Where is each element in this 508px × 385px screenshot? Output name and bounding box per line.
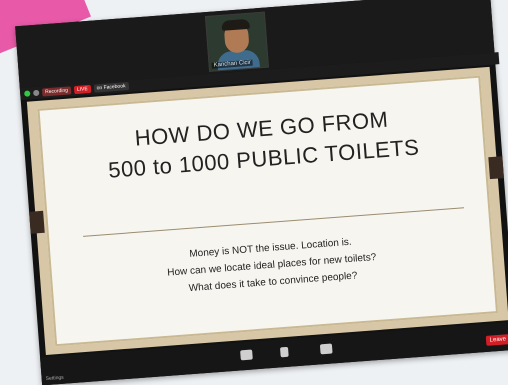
participant-hair xyxy=(221,18,251,31)
raise-hand-icon[interactable] xyxy=(279,346,289,358)
slide-body: Money is NOT the issue. Location is. How… xyxy=(51,223,494,307)
leave-button[interactable]: Leave xyxy=(485,334,508,346)
slide-title: HOW DO WE GO FROM 500 to 1000 PUBLIC TOI… xyxy=(41,98,484,191)
recording-badge[interactable]: Recording xyxy=(41,86,72,97)
settings-label[interactable]: Settings xyxy=(45,375,63,382)
zoom-meeting-window: Kanchan Cicir Recording LIVE on Facebook… xyxy=(15,0,508,385)
participant-video-tile[interactable]: Kanchan Cicir xyxy=(204,11,269,72)
slide-right-tab xyxy=(488,156,504,180)
live-destination-label: on Facebook xyxy=(93,82,129,93)
security-icon[interactable] xyxy=(24,90,31,97)
chat-icon[interactable] xyxy=(240,349,253,361)
live-badge[interactable]: LIVE xyxy=(73,84,92,95)
info-icon[interactable] xyxy=(33,89,40,97)
slide-left-tab xyxy=(29,210,45,234)
slide-content: HOW DO WE GO FROM 500 to 1000 PUBLIC TOI… xyxy=(37,75,499,347)
reactions-icon[interactable] xyxy=(319,343,333,355)
shared-slide: HOW DO WE GO FROM 500 to 1000 PUBLIC TOI… xyxy=(26,66,508,355)
